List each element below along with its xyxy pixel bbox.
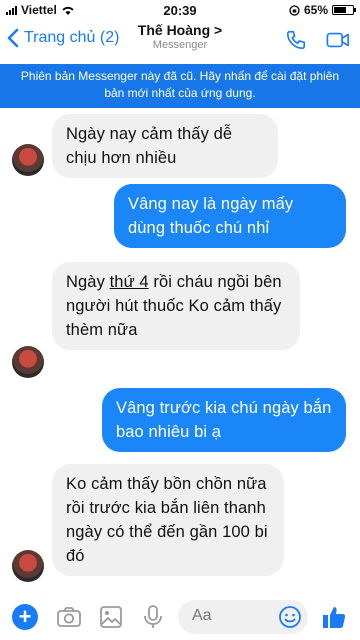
battery-fill	[334, 7, 346, 13]
message-text: Vâng trước kia chú ngày bắn bao nhiêu bi…	[116, 399, 332, 441]
message-incoming[interactable]: Ngày thứ 4 rồi cháu ngồi bên người hút t…	[52, 262, 300, 350]
rotation-lock-icon	[289, 4, 300, 16]
message-incoming[interactable]: Ko cảm thấy bồn chồn nữa rồi trước kia b…	[52, 464, 284, 576]
update-banner-text: Phiên bản Messenger này đã cũ. Hãy nhấn …	[20, 69, 340, 100]
phone-icon[interactable]	[284, 29, 308, 51]
message-incoming[interactable]: Ngày nay cảm thấy dễ chịu hơn nhiều	[52, 114, 278, 178]
battery-icon	[332, 5, 356, 15]
emoji-icon[interactable]	[278, 605, 302, 629]
avatar[interactable]	[12, 550, 44, 582]
avatar[interactable]	[12, 346, 44, 378]
composer-bar: + Aa	[0, 596, 360, 640]
conversation-header: Trang chủ (2) Thế Hoàng > Messenger	[0, 20, 360, 62]
message-text: Vâng nay là ngày mấy dùng thuốc chú nhỉ	[128, 195, 294, 237]
message-input[interactable]: Aa	[178, 600, 308, 634]
header-actions	[284, 29, 350, 51]
message-outgoing[interactable]: Vâng nay là ngày mấy dùng thuốc chú nhỉ	[114, 184, 346, 248]
video-icon[interactable]	[326, 29, 350, 51]
message-outgoing[interactable]: Vâng trước kia chú ngày bắn bao nhiêu bi…	[102, 388, 346, 452]
status-right: 65%	[289, 3, 356, 17]
update-banner[interactable]: Phiên bản Messenger này đã cũ. Hãy nhấn …	[0, 64, 360, 108]
image-icon[interactable]	[98, 604, 124, 630]
status-bar: Viettel 20:39 65%	[0, 0, 360, 20]
message-text: Ko cảm thấy bồn chồn nữa rồi trước kia b…	[66, 475, 268, 565]
message-text-underlined: thứ 4	[109, 273, 149, 291]
plus-icon[interactable]: +	[12, 604, 38, 630]
microphone-icon[interactable]	[140, 604, 166, 630]
message-text-pre: Ngày	[66, 273, 110, 291]
message-text: Ngày nay cảm thấy dễ chịu hơn nhiều	[66, 125, 233, 167]
avatar[interactable]	[12, 144, 44, 176]
like-icon[interactable]	[320, 603, 348, 631]
battery-percent: 65%	[303, 3, 328, 17]
message-list[interactable]: Ngày nay cảm thấy dễ chịu hơn nhiều Vâng…	[0, 108, 360, 596]
camera-icon[interactable]	[56, 604, 82, 630]
message-input-placeholder: Aa	[192, 607, 212, 624]
